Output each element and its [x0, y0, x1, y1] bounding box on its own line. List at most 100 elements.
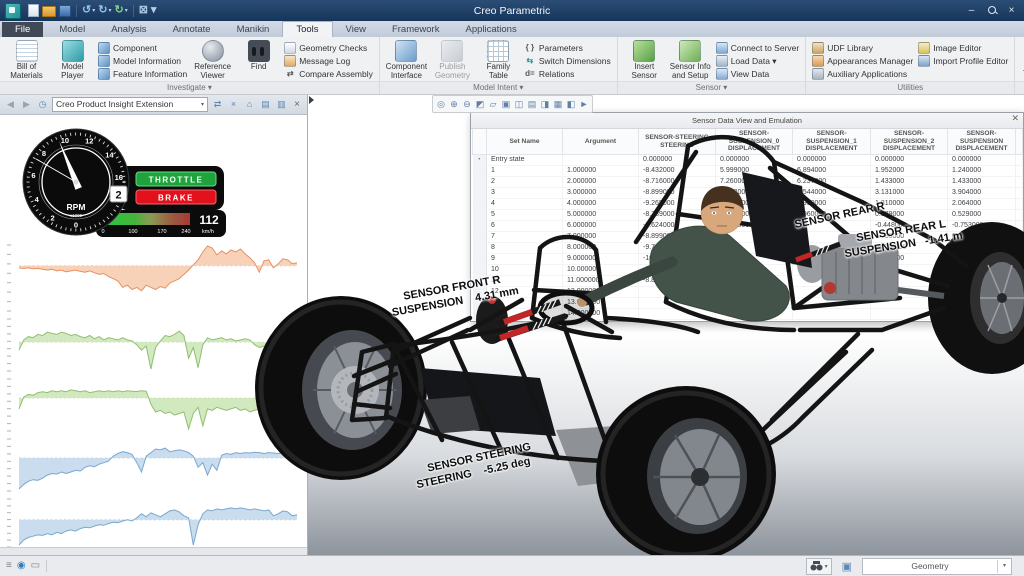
- zoom-out-icon[interactable]: ⊖: [461, 98, 473, 111]
- forward-button[interactable]: ▶: [20, 99, 33, 110]
- add-thingmark-button[interactable]: Add ThingMark: [1019, 39, 1024, 81]
- annotation-display-icon[interactable]: ◧: [565, 98, 577, 111]
- zoom-fit-icon[interactable]: ◎: [435, 98, 447, 111]
- new-file-icon[interactable]: [28, 4, 39, 17]
- tab-analysis[interactable]: Analysis: [98, 22, 159, 37]
- undo-icon[interactable]: ↺▾: [82, 4, 95, 17]
- column-header[interactable]: SENSOR-SUSPENSION_1 DISPLACEMENT: [793, 129, 871, 155]
- table-row[interactable]: 1313.000000: [473, 298, 1023, 309]
- redo-icon[interactable]: ↻▾: [98, 4, 111, 17]
- history-button[interactable]: ◷: [36, 99, 49, 110]
- table-row[interactable]: 11.000000-8.4320005.9990006.8940001.9520…: [473, 166, 1023, 177]
- search-icon[interactable]: [982, 3, 1001, 18]
- column-header[interactable]: SENSOR-STEERING STEERING: [639, 129, 716, 155]
- family-table-button[interactable]: Family Table: [476, 39, 521, 81]
- open-file-icon[interactable]: [42, 4, 56, 17]
- tab-model[interactable]: Model: [46, 22, 98, 37]
- spin-center-icon[interactable]: ►: [578, 98, 590, 111]
- print-button[interactable]: ▤: [259, 99, 272, 110]
- relations-button[interactable]: d=Relations: [522, 68, 613, 80]
- tab-view[interactable]: View: [333, 22, 379, 37]
- find-button[interactable]: Find: [236, 39, 281, 81]
- ribbon-group-label-model-intent[interactable]: Model Intent ▾: [380, 81, 617, 94]
- stop-button[interactable]: ×: [227, 99, 240, 109]
- display-style-icon[interactable]: ▣: [500, 98, 512, 111]
- customize-icon[interactable]: ▾: [151, 4, 157, 17]
- tab-tools[interactable]: Tools: [282, 21, 332, 37]
- find-tool-button[interactable]: ▾: [806, 558, 832, 575]
- model-tree-toggle-icon[interactable]: ≡: [6, 557, 12, 575]
- zoom-in-icon[interactable]: ⊕: [448, 98, 460, 111]
- table-row[interactable]: 99.000000-10.1900000.108000-0.702000: [473, 254, 1023, 265]
- column-header[interactable]: Argument: [563, 129, 639, 155]
- bill-of-materials-button[interactable]: Bill of Materials: [4, 39, 49, 81]
- table-row[interactable]: 44.000000-9.2650006.9550006.9000001.8100…: [473, 199, 1023, 210]
- view-data-button[interactable]: View Data: [714, 68, 802, 80]
- sensor-info-and-setup-button[interactable]: Sensor Info and Setup: [668, 39, 713, 81]
- filter-caret-icon[interactable]: ▾: [997, 560, 1011, 573]
- tab-applications[interactable]: Applications: [452, 22, 529, 37]
- minimize-button[interactable]: –: [962, 3, 981, 18]
- regenerate-icon[interactable]: ↻▾: [114, 4, 127, 17]
- datum-display-icon[interactable]: ▦: [552, 98, 564, 111]
- column-header[interactable]: [473, 129, 487, 155]
- table-row[interactable]: •Entry state0.0000000.0000000.0000000.00…: [473, 155, 1023, 166]
- column-header[interactable]: SENSOR-SUSPENSION_0 DISPLACEMENT: [716, 129, 793, 155]
- column-header[interactable]: [1016, 129, 1023, 155]
- view-manager-icon[interactable]: ▤: [526, 98, 538, 111]
- column-header[interactable]: SENSOR-SUSPENSION_2 DISPLACEMENT: [871, 129, 948, 155]
- panel-close-button[interactable]: ×: [291, 99, 303, 110]
- selection-filter-dropdown[interactable]: Geometry ▾: [862, 558, 1012, 575]
- tab-framework[interactable]: Framework: [379, 22, 453, 37]
- table-row[interactable]: 1111.000000-8.807000: [473, 276, 1023, 287]
- panel-sash-arrow-icon[interactable]: [309, 96, 314, 104]
- udf-library-button[interactable]: UDF Library: [810, 42, 915, 54]
- geometry-checks-button[interactable]: Geometry Checks: [282, 42, 375, 54]
- sensor-window-close-icon[interactable]: ✕: [1011, 113, 1019, 124]
- ribbon-group-label-augmented-reality[interactable]: Augmented Reality: [1015, 81, 1024, 94]
- compare-assembly-button[interactable]: ⇄Compare Assembly: [282, 68, 375, 80]
- reference-viewer-button[interactable]: Reference Viewer: [190, 39, 235, 81]
- connect-to-server-button[interactable]: Connect to Server: [714, 42, 802, 54]
- import-profile-editor-button[interactable]: Import Profile Editor: [916, 55, 1010, 67]
- parameters-button[interactable]: { }Parameters: [522, 42, 613, 54]
- web-browser-toggle-icon[interactable]: ◉: [17, 557, 26, 575]
- model-player-button[interactable]: Model Player: [50, 39, 95, 81]
- message-log-button[interactable]: Message Log: [282, 55, 375, 67]
- select-box-icon[interactable]: ▣: [842, 560, 852, 573]
- model-information-button[interactable]: Model Information: [96, 55, 189, 67]
- graphics-area[interactable]: ◎⊕⊖◩▱▣◫▤◨▦◧► Sensor Data View and Emulat…: [307, 94, 1024, 556]
- component-button[interactable]: Component: [96, 42, 189, 54]
- column-header[interactable]: Set Name: [487, 129, 563, 155]
- sensor-window-title[interactable]: Sensor Data View and Emulation: [471, 113, 1023, 129]
- save-page-button[interactable]: ▥: [275, 99, 288, 110]
- tab-manikin[interactable]: Manikin: [224, 22, 283, 37]
- component-interface-button[interactable]: Component Interface: [384, 39, 429, 81]
- tab-file[interactable]: File: [2, 22, 43, 37]
- close-button[interactable]: ×: [1002, 3, 1021, 18]
- table-row[interactable]: 33.000000-8.8990006.7820006.5440003.1310…: [473, 188, 1023, 199]
- switch-dimensions-button[interactable]: ⇆Switch Dimensions: [522, 55, 613, 67]
- find-caret-icon[interactable]: ▾: [825, 563, 828, 570]
- image-editor-button[interactable]: Image Editor: [916, 42, 1010, 54]
- back-button[interactable]: ◀: [4, 99, 17, 110]
- repaint-icon[interactable]: ◩: [474, 98, 486, 111]
- saved-orientations-icon[interactable]: ◫: [513, 98, 525, 111]
- insert-sensor-button[interactable]: Insert Sensor: [622, 39, 667, 81]
- save-icon[interactable]: [59, 5, 71, 17]
- ribbon-group-label-investigate[interactable]: Investigate ▾: [0, 81, 379, 94]
- table-row[interactable]: 1010.000000-9.6310001.220000: [473, 265, 1023, 276]
- load-data-button[interactable]: Load Data ▾: [714, 55, 802, 67]
- ribbon-group-label-sensor[interactable]: Sensor ▾: [618, 81, 806, 94]
- auxiliary-applications-button[interactable]: Auxiliary Applications: [810, 68, 915, 80]
- app-menu-button[interactable]: [5, 3, 21, 19]
- table-row[interactable]: 22.000000-8.7160007.2600006.2370001.4330…: [473, 177, 1023, 188]
- address-dropdown[interactable]: Creo Product Insight Extension▾: [52, 97, 208, 112]
- capture-icon[interactable]: ◨: [539, 98, 551, 111]
- ribbon-group-label-utilities[interactable]: Utilities: [806, 81, 1014, 94]
- home-button[interactable]: ⌂: [243, 99, 256, 109]
- table-row[interactable]: 1212.000000: [473, 287, 1023, 298]
- appearances-manager-button[interactable]: Appearances Manager: [810, 55, 915, 67]
- column-header[interactable]: SENSOR-SUSPENSION DISPLACEMENT: [948, 129, 1016, 155]
- shade-icon[interactable]: ▱: [487, 98, 499, 111]
